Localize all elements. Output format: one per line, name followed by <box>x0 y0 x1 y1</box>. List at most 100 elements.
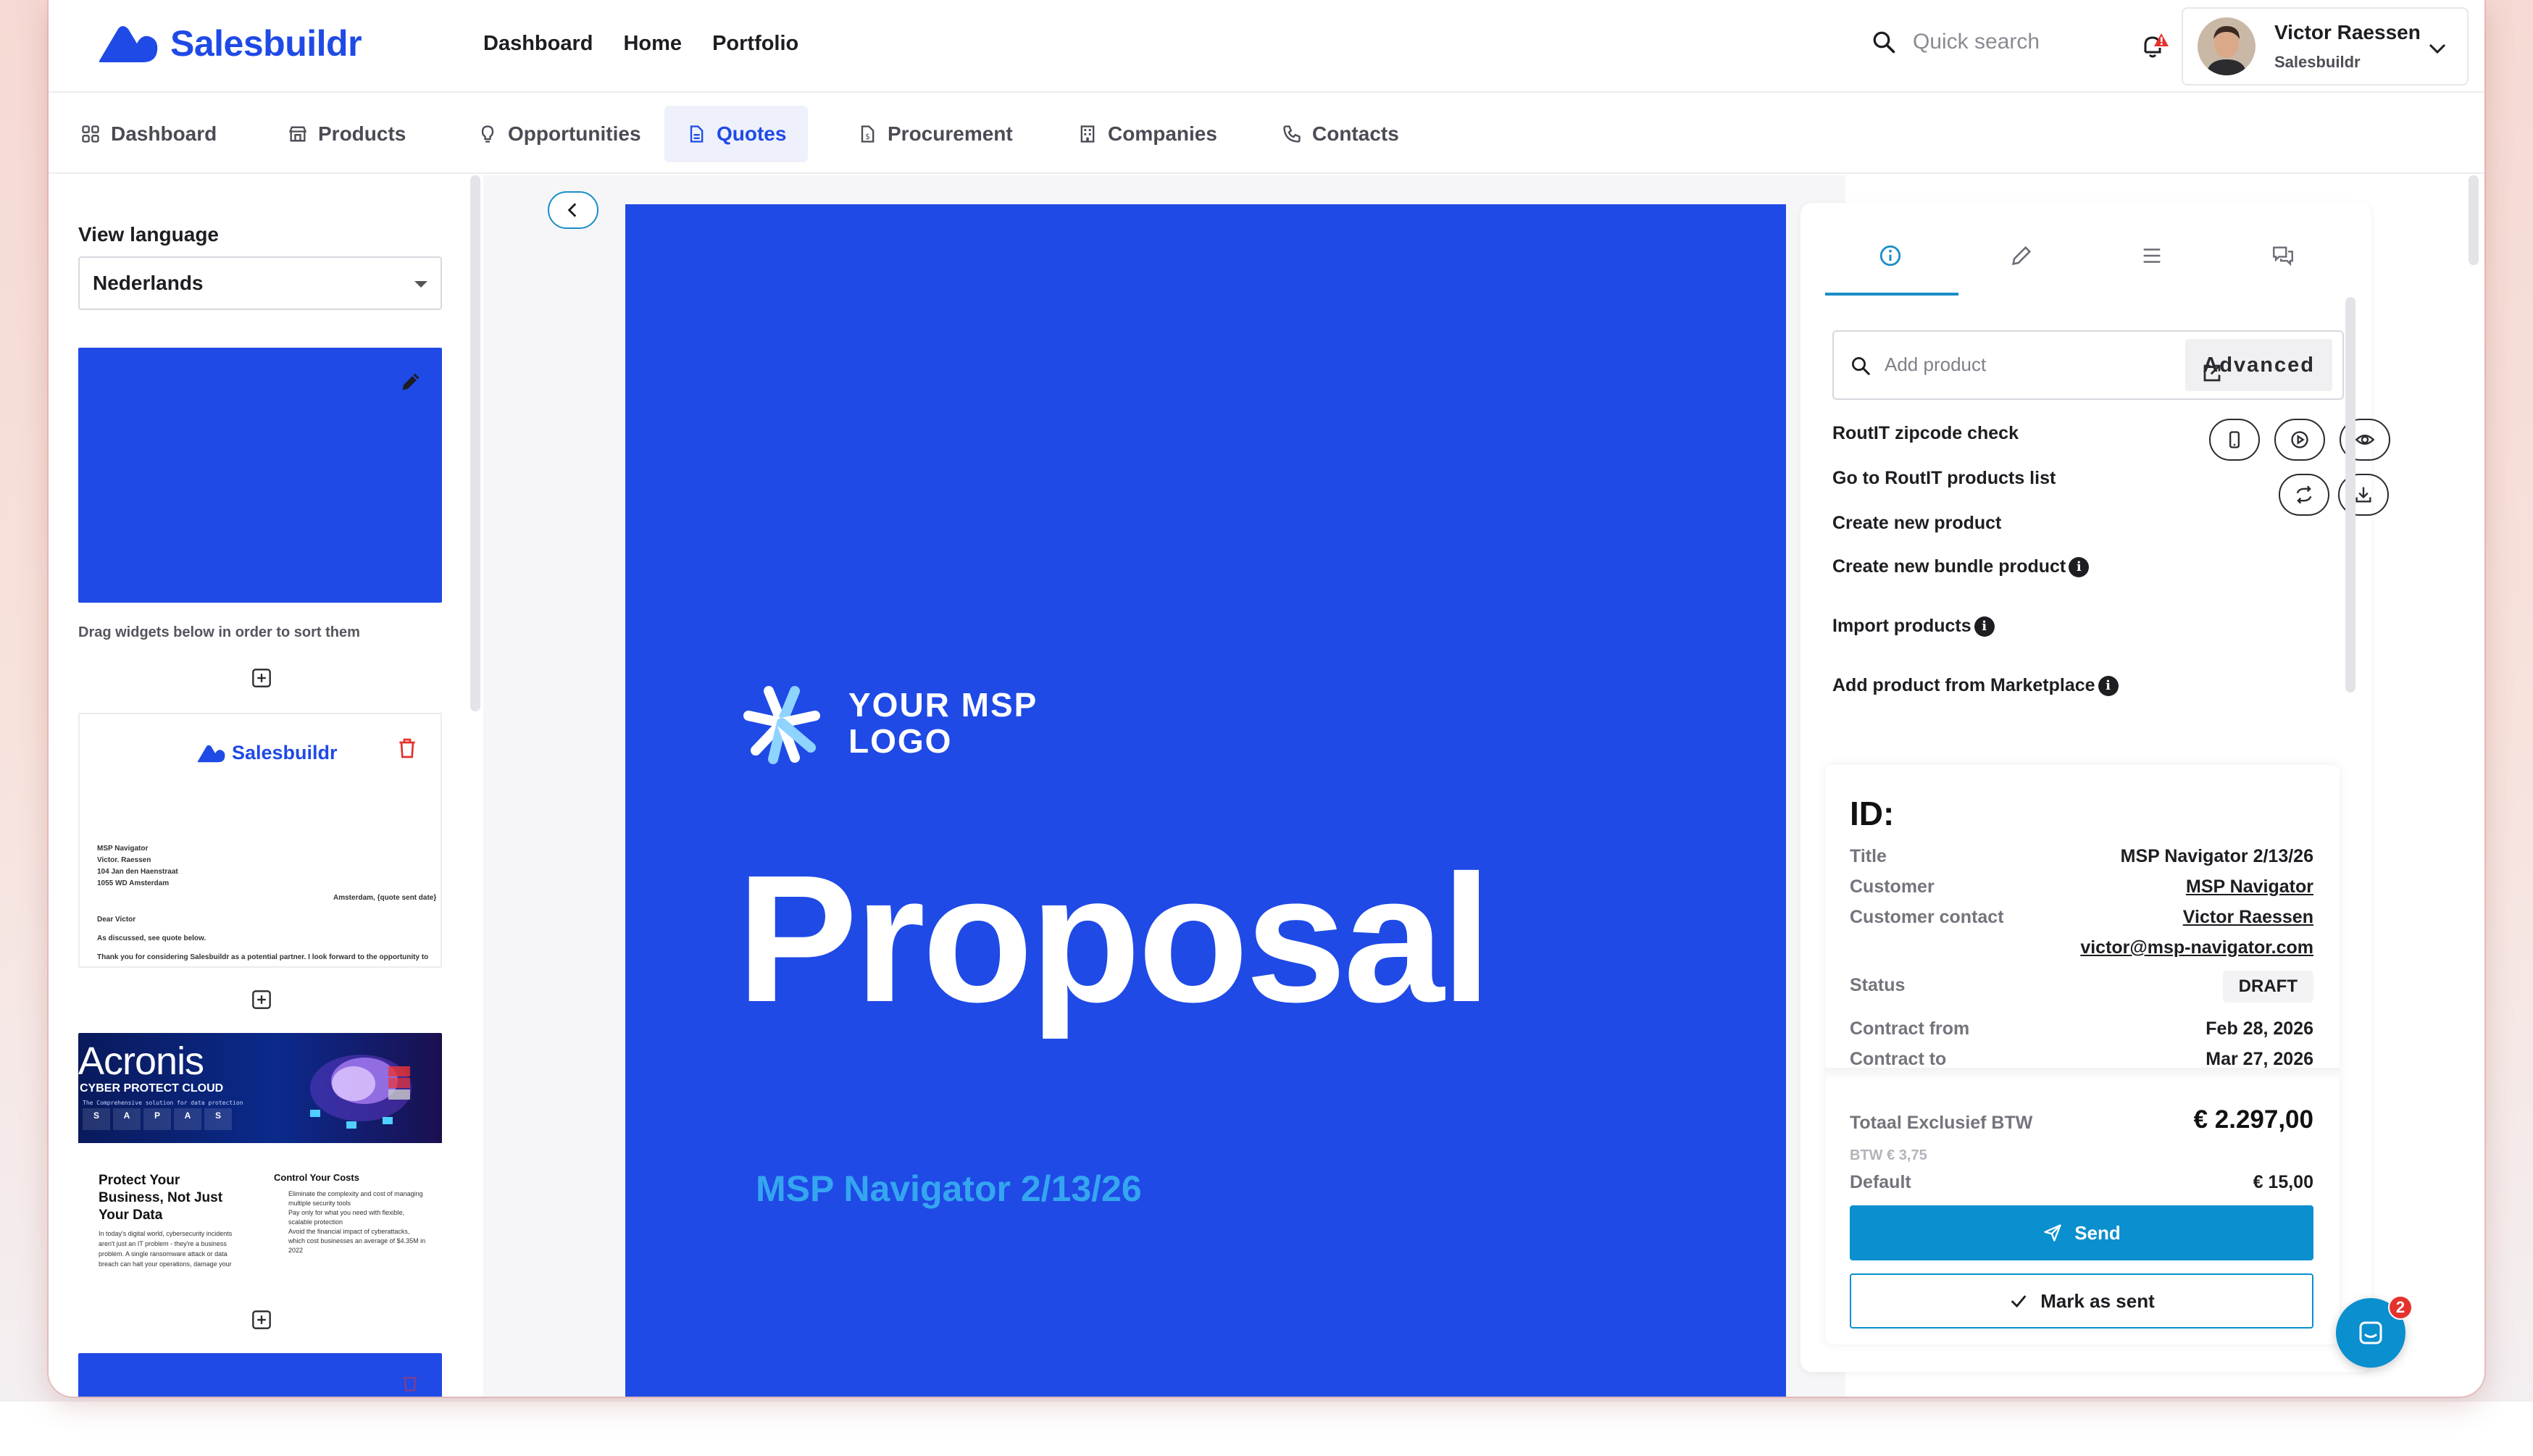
add-widget-icon[interactable] <box>251 1310 272 1330</box>
chat-icon <box>2359 1321 2382 1344</box>
sidebar-scrollbar[interactable] <box>470 175 480 711</box>
salesbuildr-logo-icon <box>197 745 225 762</box>
pencil-icon[interactable] <box>398 369 423 394</box>
module-tabs: Dashboard Products Opportunities Quotes … <box>49 94 2484 174</box>
send-button[interactable]: Send <box>1850 1205 2313 1260</box>
view-language-select[interactable]: Nederlands <box>78 256 442 310</box>
trash-icon[interactable] <box>396 736 419 761</box>
info-filled-icon[interactable]: i <box>2098 675 2119 696</box>
tab-edit[interactable] <box>1956 243 2087 284</box>
link-routit-zipcode[interactable]: RoutIT zipcode check <box>1832 423 2019 444</box>
sync-button[interactable] <box>2279 474 2329 516</box>
trash-icon[interactable] <box>400 1372 420 1394</box>
mark-as-sent-button[interactable]: Mark as sent <box>1850 1273 2313 1329</box>
link-routit-products[interactable]: Go to RoutIT products list <box>1832 468 2056 489</box>
mobile-view-button[interactable] <box>2209 419 2260 461</box>
tab-products[interactable]: Products <box>266 106 427 162</box>
topnav-dashboard[interactable]: Dashboard <box>483 32 593 56</box>
download-icon <box>2355 487 2371 503</box>
mark-as-sent-label: Mark as sent <box>2040 1289 2155 1312</box>
link-create-product[interactable]: Create new product <box>1832 513 2001 534</box>
panel-tabs <box>1825 243 2348 284</box>
user-name: Victor Raessen <box>2274 21 2421 43</box>
contract-from-value: Feb 28, 2026 <box>2206 1018 2313 1039</box>
link-routit-products-label: Go to RoutIT products list <box>1832 468 2056 488</box>
quick-search[interactable]: Quick search <box>1871 29 2040 55</box>
tab-companies[interactable]: Companies <box>1056 106 1239 162</box>
list-item: Pay only for what you need with flexible… <box>288 1209 405 1226</box>
acronis-subtitle: CYBER PROTECT CLOUD <box>80 1082 224 1095</box>
advanced-button[interactable]: Advanced <box>2185 339 2332 391</box>
letter-place-date: Amsterdam, {quote sent date} <box>333 894 437 902</box>
panel-scrollbar[interactable] <box>2345 297 2355 693</box>
letter-company: MSP Navigator <box>97 845 149 853</box>
contract-from-label: Contract from <box>1850 1018 1970 1039</box>
widget-partial[interactable] <box>78 1353 442 1397</box>
link-create-bundle[interactable]: Create new bundle product i <box>1832 556 2090 577</box>
default-label: Default <box>1850 1172 1911 1192</box>
contact-email-link[interactable]: victor@msp-navigator.com <box>2080 937 2313 958</box>
link-import-products[interactable]: Import products i <box>1832 616 1995 637</box>
add-widget-icon[interactable] <box>251 990 272 1010</box>
document-icon <box>690 125 704 143</box>
letter-brand: Salesbuildr <box>232 742 338 763</box>
tab-comments[interactable] <box>2218 243 2349 284</box>
view-language-value: Nederlands <box>93 272 204 294</box>
customer-link[interactable]: MSP Navigator <box>2186 876 2313 898</box>
customer-label: Customer <box>1850 876 1935 897</box>
pillar: A <box>113 1108 141 1130</box>
user-menu[interactable]: Victor Raessen Salesbuildr <box>2182 7 2469 85</box>
cloud-illustration-icon <box>310 1055 412 1129</box>
salesbuildr-logo-icon <box>99 26 158 62</box>
play-button[interactable] <box>2274 419 2325 461</box>
search-icon <box>1873 31 1895 54</box>
contact-link[interactable]: Victor Raessen <box>2183 907 2313 928</box>
tab-list[interactable] <box>2087 243 2218 284</box>
widget-acronis[interactable]: Acronis CYBER PROTECT CLOUD The Comprehe… <box>78 1033 442 1288</box>
add-product-input[interactable]: Add product Advanced <box>1832 330 2344 400</box>
search-icon <box>1852 357 1870 375</box>
default-value: € 15,00 <box>2253 1172 2313 1192</box>
proposal-subtitle: MSP Navigator 2/13/26 <box>756 1168 1142 1209</box>
widget-letter[interactable]: Salesbuildr MSP Navigator Victor. Raesse… <box>78 713 442 968</box>
notification-bell-icon[interactable] <box>2135 29 2170 64</box>
tab-dashboard-label: Dashboard <box>111 122 217 145</box>
play-icon <box>2291 431 2308 448</box>
contract-to-value: Mar 27, 2026 <box>2206 1049 2313 1069</box>
tab-contacts[interactable]: Contacts <box>1260 106 1421 162</box>
add-widget-icon[interactable] <box>251 668 272 688</box>
tab-info[interactable] <box>1825 243 1956 284</box>
view-language-label: View language <box>78 223 219 246</box>
link-routit-zipcode-label: RoutIT zipcode check <box>1832 423 2019 443</box>
link-marketplace-label: Add product from Marketplace <box>1832 675 2095 695</box>
link-marketplace[interactable]: Add product from Marketplace i <box>1832 675 2119 696</box>
list-item: Eliminate the complexity and cost of man… <box>288 1190 423 1207</box>
topnav-home[interactable]: Home <box>623 32 682 56</box>
svg-text:$: $ <box>865 133 870 141</box>
total-label: Totaal Exclusief BTW <box>1850 1113 2033 1133</box>
add-product-placeholder: Add product <box>1885 353 1987 375</box>
desktop-background <box>0 1402 2533 1456</box>
info-filled-icon[interactable]: i <box>1974 616 1995 637</box>
external-link-icon <box>2204 364 2221 382</box>
letter-line1: As discussed, see quote below. <box>97 934 206 942</box>
quote-side-panel: Add product Advanced RoutIT zipcode chec… <box>1800 203 2390 1372</box>
collapse-sidebar-button[interactable] <box>548 191 598 229</box>
widget-cover[interactable] <box>78 348 442 603</box>
store-icon <box>288 126 307 142</box>
tab-contacts-label: Contacts <box>1312 122 1399 145</box>
top-header: Salesbuildr Dashboard Home Portfolio Qui… <box>49 0 2484 93</box>
tab-procurement[interactable]: $ Procurement <box>835 106 1035 162</box>
chat-unread-badge: 2 <box>2388 1295 2413 1320</box>
tab-dashboard[interactable]: Dashboard <box>59 106 238 162</box>
lightbulb-icon <box>481 125 494 143</box>
tab-quotes[interactable]: Quotes <box>664 106 809 162</box>
link-create-product-label: Create new product <box>1832 513 2002 533</box>
info-icon <box>1880 245 1901 267</box>
topnav-portfolio[interactable]: Portfolio <box>712 32 798 56</box>
brand-logo[interactable]: Salesbuildr <box>96 20 362 67</box>
info-filled-icon[interactable]: i <box>2069 556 2090 577</box>
tab-opportunities[interactable]: Opportunities <box>456 106 663 162</box>
letter-logo: Salesbuildr <box>196 742 338 764</box>
window-scrollbar[interactable] <box>2469 175 2479 265</box>
